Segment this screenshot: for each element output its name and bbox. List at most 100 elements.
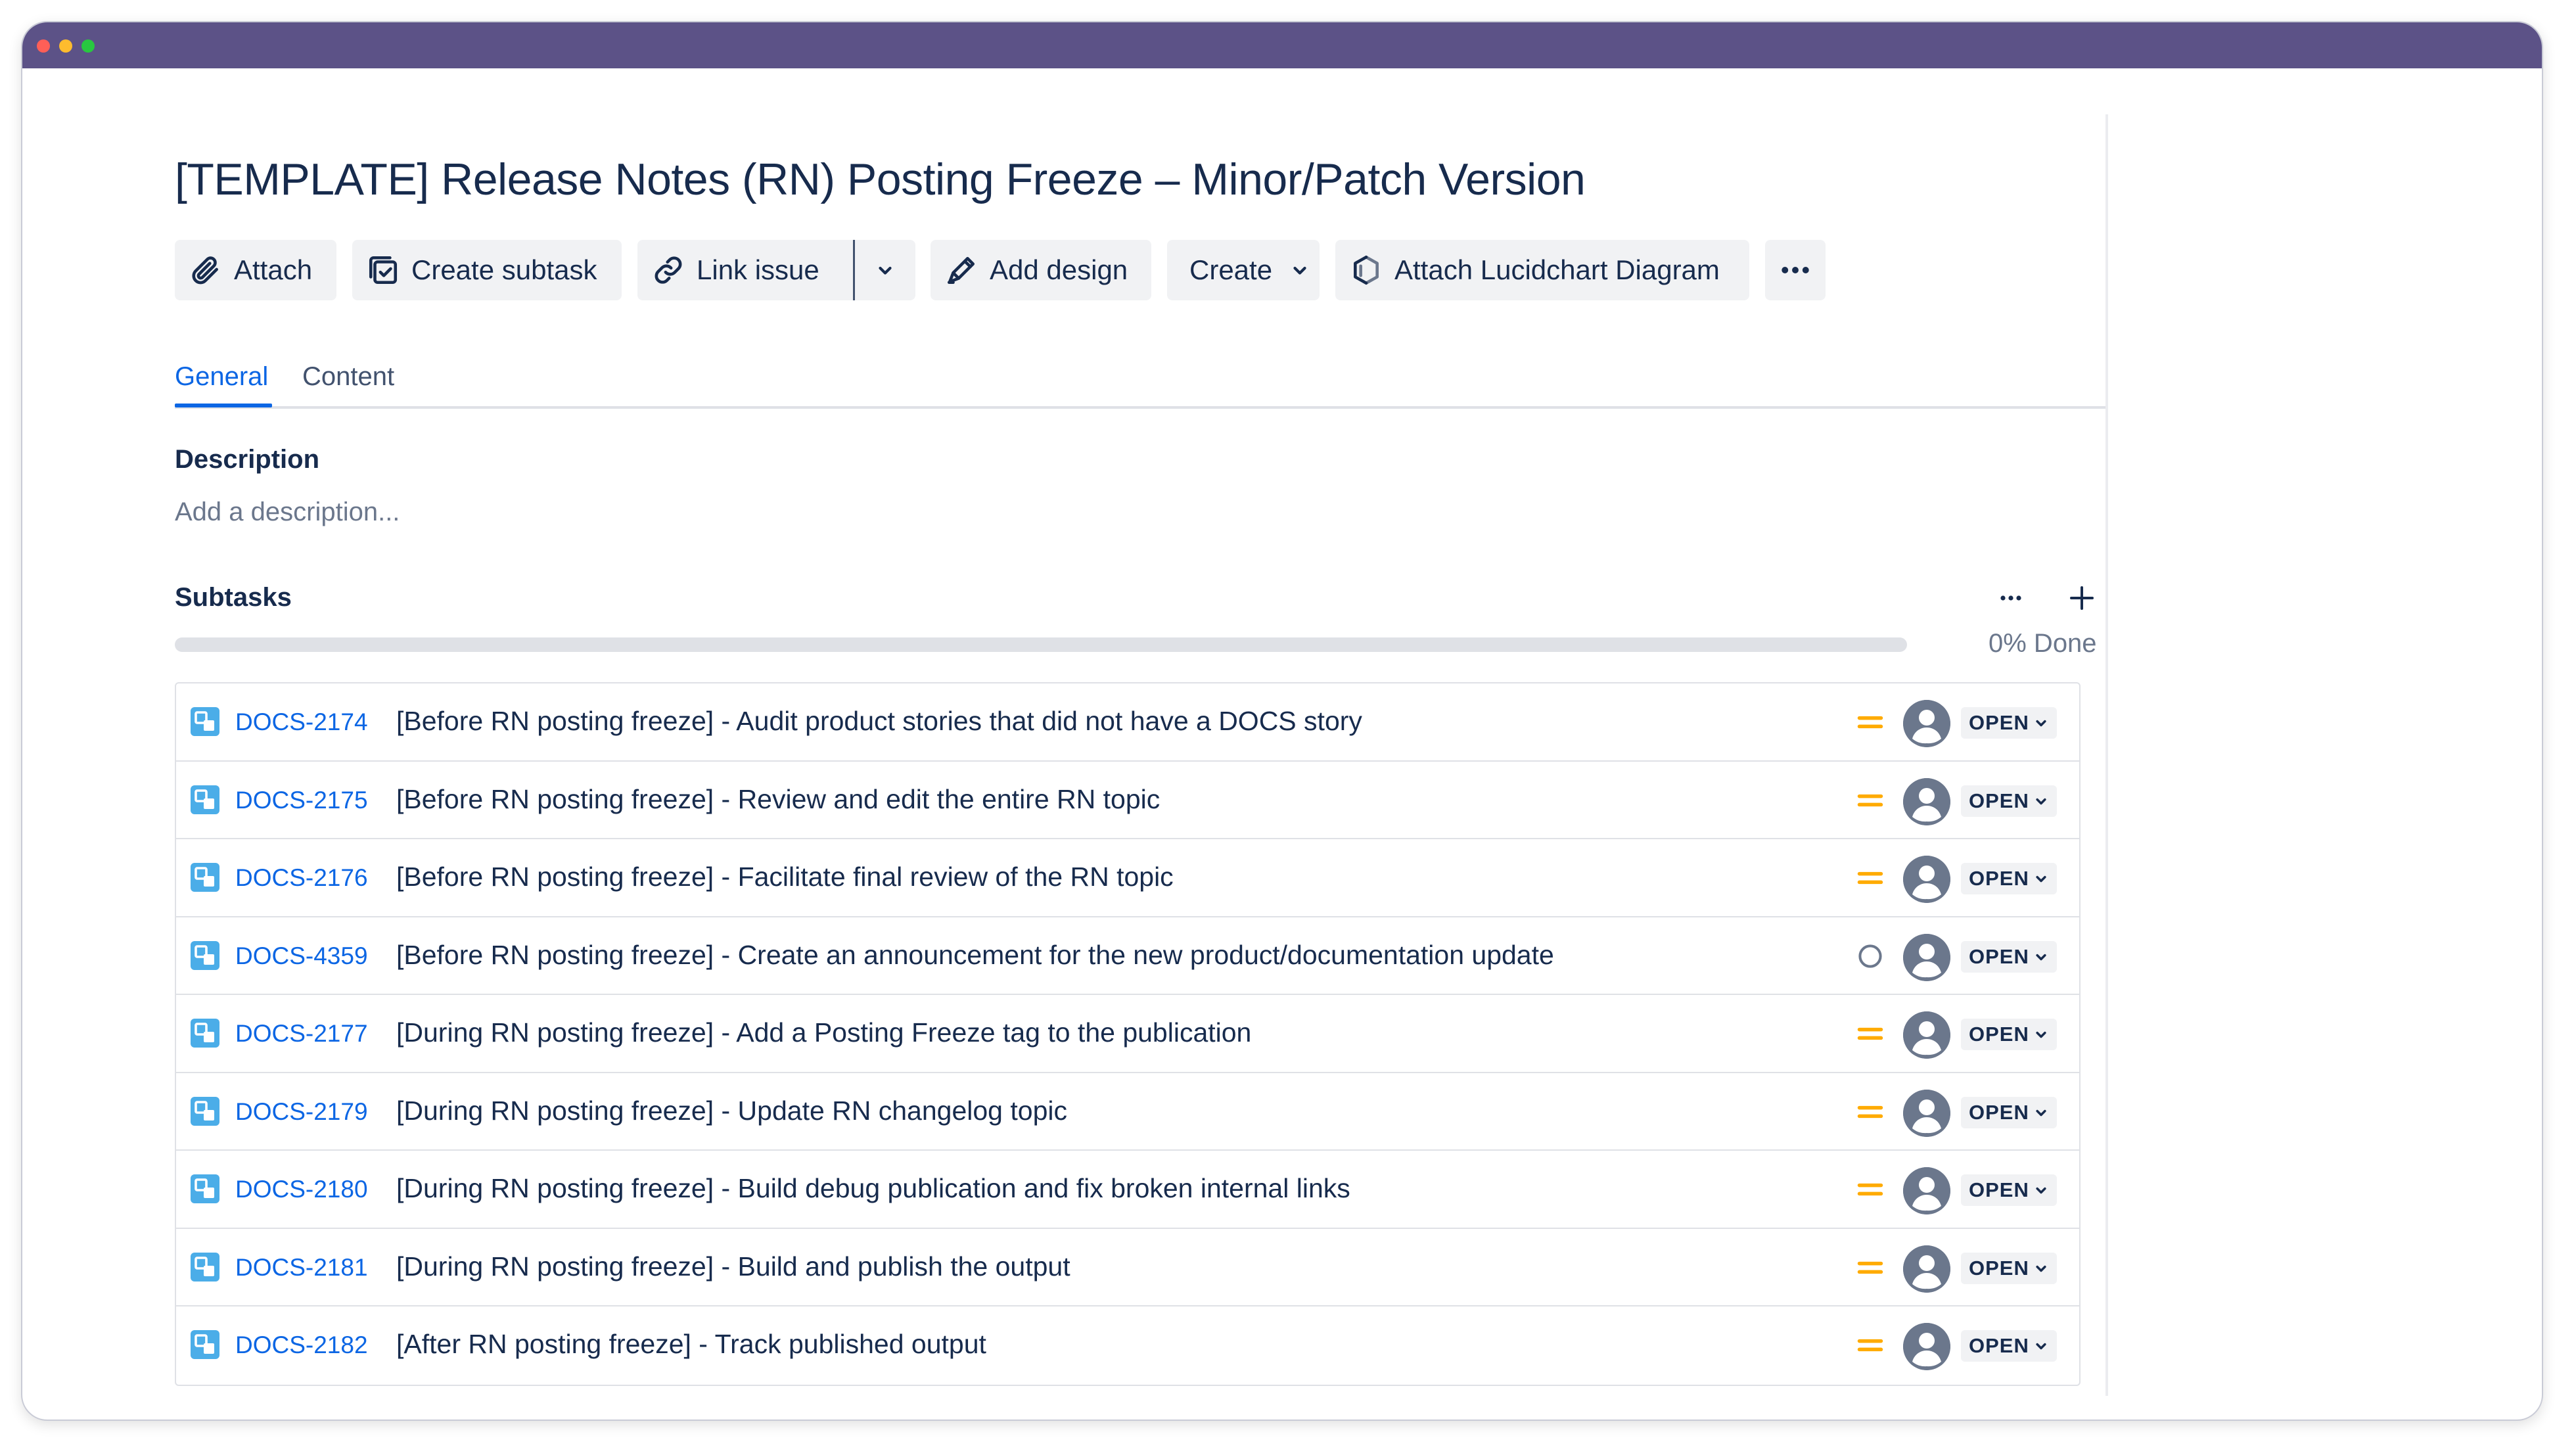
subtask-row: DOCS-2175 [Before RN posting freeze] - R…: [176, 762, 2079, 839]
unassigned-avatar-icon[interactable]: [1903, 1089, 1950, 1137]
subtask-summary[interactable]: [Before RN posting freeze] - Create an a…: [396, 940, 1554, 971]
subtask-key[interactable]: DOCS-2174: [235, 708, 368, 736]
maximize-window-dot[interactable]: [81, 39, 95, 53]
create-subtask-button[interactable]: Create subtask: [352, 240, 622, 300]
subtask-key[interactable]: DOCS-4359: [235, 942, 368, 970]
subtask-checkbox-icon: [365, 252, 401, 288]
subtask-type-icon: [191, 1330, 219, 1359]
subtask-row: DOCS-2181 [During RN posting freeze] - B…: [176, 1229, 2079, 1306]
subtask-summary[interactable]: [Before RN posting freeze] - Audit produ…: [396, 706, 1362, 737]
subtasks-heading: Subtasks: [175, 583, 292, 612]
subtask-key[interactable]: DOCS-2179: [235, 1098, 368, 1126]
subtask-summary[interactable]: [During RN posting freeze] - Build debug…: [396, 1173, 1350, 1204]
subtask-row: DOCS-4359 [Before RN posting freeze] - C…: [176, 917, 2079, 995]
subtask-key[interactable]: DOCS-2182: [235, 1331, 368, 1359]
status-dropdown[interactable]: OPEN: [1961, 940, 2057, 973]
tab-general[interactable]: General: [175, 362, 268, 392]
status-label: OPEN: [1969, 1100, 2029, 1124]
link-issue-dropdown-button[interactable]: [855, 240, 915, 300]
unassigned-avatar-icon[interactable]: [1903, 933, 1950, 981]
attach-lucidchart-label: Attach Lucidchart Diagram: [1394, 254, 1720, 285]
priority-medium-icon: [1856, 708, 1885, 737]
close-window-dot[interactable]: [37, 39, 50, 53]
status-dropdown[interactable]: OPEN: [1961, 707, 2057, 739]
chevron-down-icon: [2036, 1031, 2046, 1038]
subtask-type-icon: [191, 1096, 219, 1126]
status-label: OPEN: [1969, 1256, 2029, 1280]
status-label: OPEN: [1969, 944, 2029, 968]
status-label: OPEN: [1969, 867, 2029, 890]
link-issue-button[interactable]: Link issue: [637, 240, 853, 300]
subtask-summary[interactable]: [After RN posting freeze] - Track publis…: [396, 1329, 986, 1360]
chevron-down-icon: [2036, 798, 2046, 804]
priority-medium-icon: [1856, 1175, 1885, 1204]
create-dropdown-button[interactable]: Create: [1167, 240, 1320, 300]
priority-none-icon: [1856, 942, 1885, 971]
lucidchart-icon: [1348, 252, 1384, 288]
description-field[interactable]: Add a description...: [175, 497, 400, 527]
unassigned-avatar-icon[interactable]: [1903, 1323, 1950, 1370]
subtask-row: DOCS-2177 [During RN posting freeze] - A…: [176, 995, 2079, 1073]
description-heading: Description: [175, 445, 320, 474]
subtask-row: DOCS-2179 [During RN posting freeze] - U…: [176, 1073, 2079, 1151]
subtask-type-icon: [191, 1252, 219, 1282]
status-label: OPEN: [1969, 789, 2029, 812]
subtask-row: DOCS-2176 [Before RN posting freeze] - F…: [176, 839, 2079, 917]
subtask-list: DOCS-2174 [Before RN posting freeze] - A…: [175, 682, 2081, 1386]
unassigned-avatar-icon[interactable]: [1903, 777, 1950, 825]
status-dropdown[interactable]: OPEN: [1961, 1174, 2057, 1206]
plus-icon: [2066, 582, 2098, 614]
status-label: OPEN: [1969, 1178, 2029, 1201]
subtask-summary[interactable]: [During RN posting freeze] - Build and p…: [396, 1251, 1070, 1282]
status-label: OPEN: [1969, 1023, 2029, 1046]
priority-medium-icon: [1856, 1097, 1885, 1126]
chevron-down-icon: [2036, 720, 2046, 727]
subtask-key[interactable]: DOCS-2181: [235, 1254, 368, 1282]
chevron-down-icon: [2036, 1109, 2046, 1116]
add-subtask-button[interactable]: [2062, 578, 2102, 618]
subtasks-more-button[interactable]: [1991, 578, 2031, 618]
link-issue-label: Link issue: [697, 254, 819, 285]
unassigned-avatar-icon[interactable]: [1903, 1011, 1950, 1059]
status-dropdown[interactable]: OPEN: [1961, 785, 2057, 817]
unassigned-avatar-icon[interactable]: [1903, 700, 1950, 747]
minimize-window-dot[interactable]: [59, 39, 72, 53]
attach-button[interactable]: Attach: [175, 240, 336, 300]
subtask-key[interactable]: DOCS-2175: [235, 787, 368, 814]
status-dropdown[interactable]: OPEN: [1961, 863, 2057, 894]
link-icon: [651, 252, 686, 288]
subtask-type-icon: [191, 707, 219, 736]
chevron-down-icon: [873, 258, 897, 282]
subtask-type-icon: [191, 1019, 219, 1048]
status-dropdown[interactable]: OPEN: [1961, 1330, 2057, 1362]
attach-lucidchart-button[interactable]: Attach Lucidchart Diagram: [1335, 240, 1749, 300]
status-dropdown[interactable]: OPEN: [1961, 1019, 2057, 1050]
more-actions-button[interactable]: [1765, 240, 1826, 300]
unassigned-avatar-icon[interactable]: [1903, 1245, 1950, 1293]
subtask-type-icon: [191, 785, 219, 814]
subtask-key[interactable]: DOCS-2176: [235, 864, 368, 892]
tab-content[interactable]: Content: [302, 362, 394, 392]
unassigned-avatar-icon[interactable]: [1903, 1167, 1950, 1214]
priority-medium-icon: [1856, 864, 1885, 892]
status-dropdown[interactable]: OPEN: [1961, 1096, 2057, 1128]
status-label: OPEN: [1969, 711, 2029, 734]
add-design-button[interactable]: Add design: [931, 240, 1151, 300]
subtask-type-icon: [191, 863, 219, 892]
subtask-key[interactable]: DOCS-2180: [235, 1176, 368, 1203]
subtask-summary[interactable]: [During RN posting freeze] - Add a Posti…: [396, 1017, 1251, 1048]
issue-title[interactable]: [TEMPLATE] Release Notes (RN) Posting Fr…: [175, 154, 1586, 205]
chevron-down-icon: [2036, 1265, 2046, 1272]
subtask-summary[interactable]: [During RN posting freeze] - Update RN c…: [396, 1096, 1067, 1126]
subtask-row: DOCS-2182 [After RN posting freeze] - Tr…: [176, 1306, 2079, 1385]
subtask-key[interactable]: DOCS-2177: [235, 1020, 368, 1048]
tabs-divider: [175, 406, 2105, 409]
priority-medium-icon: [1856, 786, 1885, 815]
priority-medium-icon: [1856, 1253, 1885, 1282]
status-dropdown[interactable]: OPEN: [1961, 1252, 2057, 1284]
priority-medium-icon: [1856, 1331, 1885, 1360]
subtask-summary[interactable]: [Before RN posting freeze] - Facilitate …: [396, 862, 1174, 892]
subtask-summary[interactable]: [Before RN posting freeze] - Review and …: [396, 784, 1160, 815]
status-label: OPEN: [1969, 1334, 2029, 1357]
unassigned-avatar-icon[interactable]: [1903, 856, 1950, 903]
